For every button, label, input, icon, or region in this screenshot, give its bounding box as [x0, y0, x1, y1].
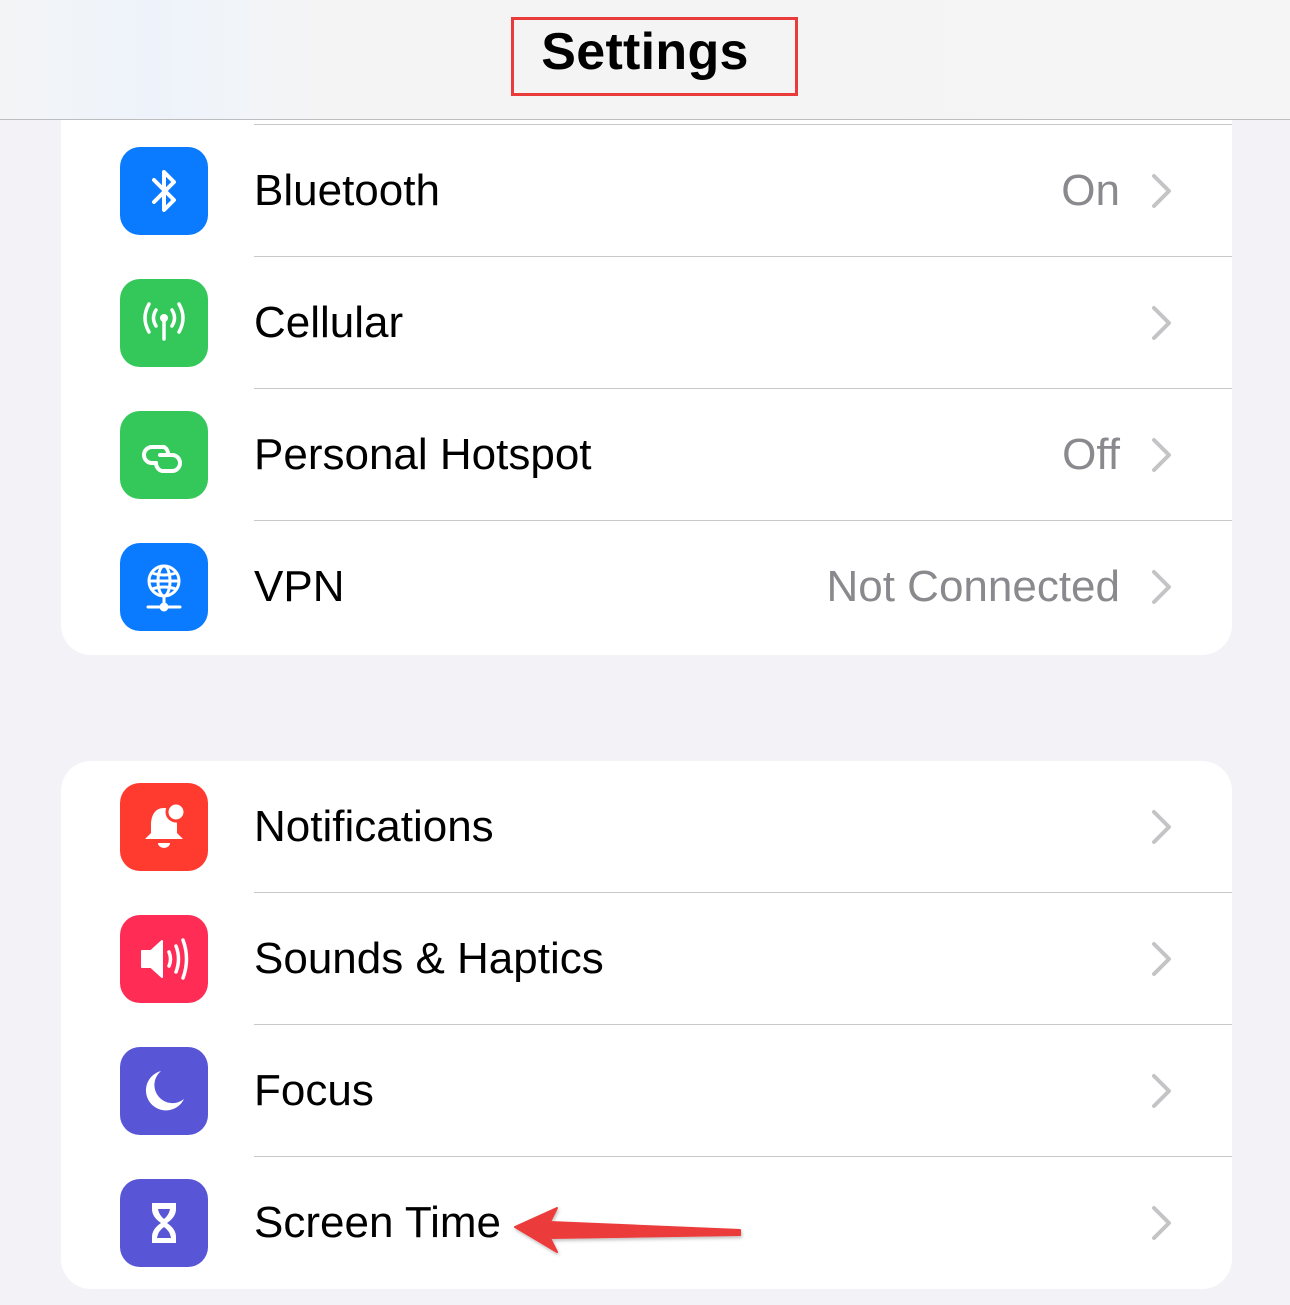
moon-icon	[120, 1047, 208, 1135]
settings-row-cellular[interactable]: Cellular	[61, 257, 1232, 389]
hotspot-link-icon	[120, 411, 208, 499]
row-label: Focus	[254, 1066, 374, 1115]
row-value: On	[1061, 166, 1120, 215]
chevron-right-icon	[1152, 810, 1171, 844]
chevron-right-icon	[1152, 438, 1171, 472]
settings-row-notifications[interactable]: Notifications	[61, 761, 1232, 893]
settings-row-vpn[interactable]: VPN Not Connected	[61, 521, 1232, 653]
notification-bell-icon	[120, 783, 208, 871]
chevron-right-icon	[1152, 174, 1171, 208]
row-label: Cellular	[254, 298, 404, 347]
settings-row-sounds-haptics[interactable]: Sounds & Haptics	[61, 893, 1232, 1025]
row-label: Screen Time	[254, 1198, 501, 1247]
chevron-right-icon	[1152, 942, 1171, 976]
speaker-icon	[120, 915, 208, 1003]
row-label: Bluetooth	[254, 166, 440, 215]
row-label: Notifications	[254, 802, 494, 851]
chevron-right-icon	[1152, 1074, 1171, 1108]
row-value: Not Connected	[826, 562, 1120, 611]
row-label: VPN	[254, 562, 345, 611]
settings-row-personal-hotspot[interactable]: Personal Hotspot Off	[61, 389, 1232, 521]
settings-row-focus[interactable]: Focus	[61, 1025, 1232, 1157]
chevron-right-icon	[1152, 306, 1171, 340]
cellular-antenna-icon	[120, 279, 208, 367]
settings-row-bluetooth[interactable]: Bluetooth On	[61, 125, 1232, 257]
navigation-bar: Settings	[0, 0, 1290, 120]
row-value: Off	[1062, 430, 1120, 479]
title-highlight-annotation	[511, 17, 798, 96]
hourglass-icon	[120, 1179, 208, 1267]
bluetooth-icon	[120, 147, 208, 235]
chevron-right-icon	[1152, 1206, 1171, 1240]
annotation-arrow-icon	[514, 1207, 741, 1253]
row-label: Personal Hotspot	[254, 430, 592, 479]
row-label: Sounds & Haptics	[254, 934, 604, 983]
vpn-globe-icon	[120, 543, 208, 631]
connectivity-settings-group: Bluetooth On Cellular Personal Hotspot O…	[61, 100, 1232, 655]
chevron-right-icon	[1152, 570, 1171, 604]
